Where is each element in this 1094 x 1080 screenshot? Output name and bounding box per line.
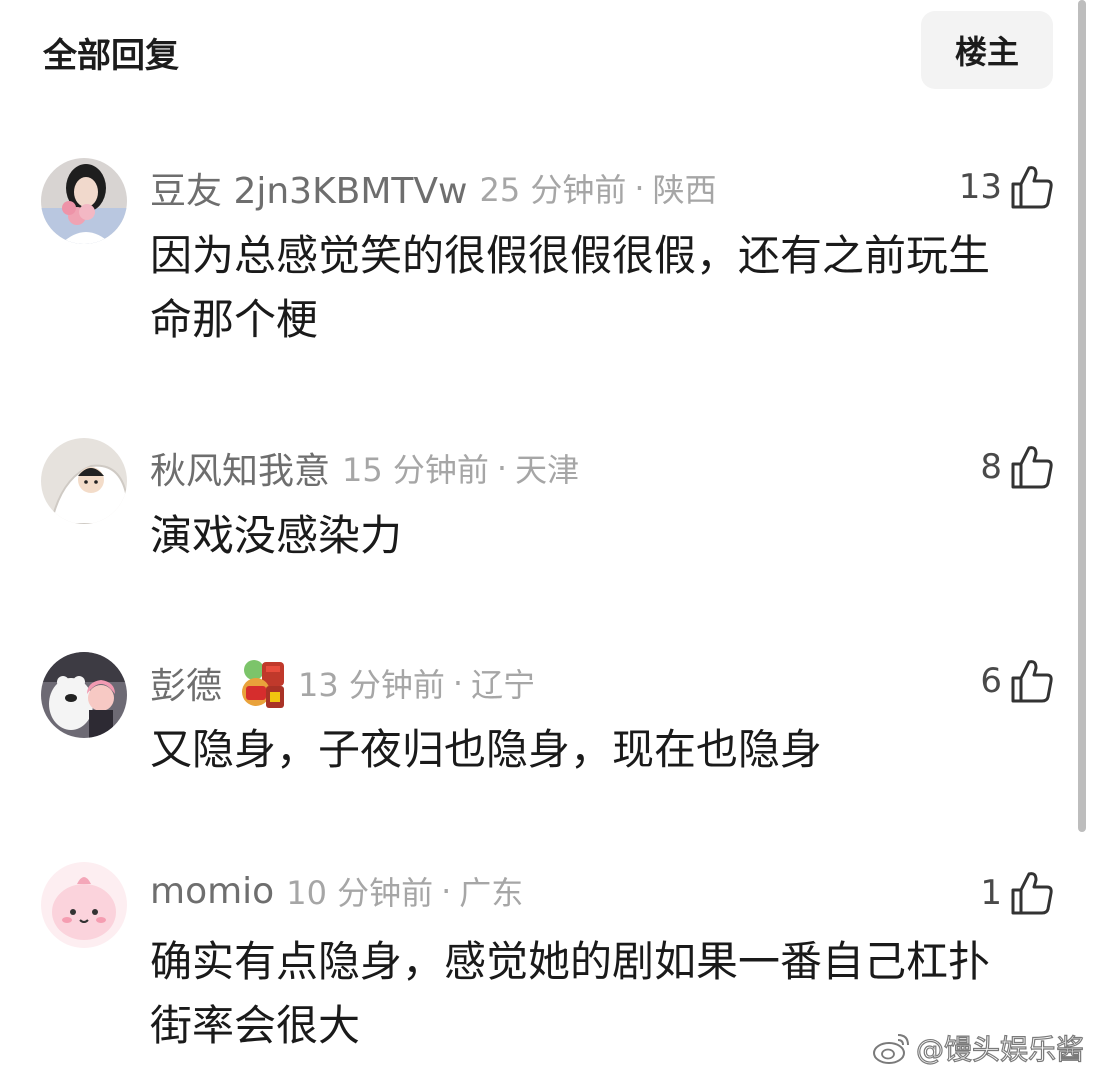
avatar[interactable] (41, 652, 127, 738)
thumbs-up-icon (1011, 166, 1053, 209)
header-title: 全部回复 (43, 36, 179, 76)
ip-location: 广东 (459, 874, 524, 912)
comment-text: 因为总感觉笑的很假很假很假，还有之前玩生命那个梗 (150, 231, 991, 344)
like-count: 6 (980, 661, 1002, 701)
fan-badge-icon (242, 660, 285, 708)
post-time: 13 分钟前 (298, 666, 445, 704)
like-button[interactable]: 8 (980, 444, 1054, 490)
separator-dot: · (496, 449, 508, 487)
like-button[interactable]: 1 (980, 870, 1054, 916)
like-count: 13 (958, 167, 1002, 207)
username[interactable]: 秋风知我意 (150, 442, 330, 494)
username[interactable]: 豆友 2jn3KBMTVw (150, 162, 468, 214)
op-only-button[interactable]: 楼主 (921, 11, 1053, 89)
separator-dot: · (441, 872, 452, 910)
thumbs-up-icon (1011, 446, 1053, 489)
comment-item: 秋风知我意 15 分钟前 · 天津 8 演戏没感染力 (0, 436, 1094, 576)
ip-location: 陕西 (652, 171, 717, 209)
post-time: 25 分钟前 (479, 171, 627, 209)
like-button[interactable]: 6 (980, 658, 1054, 704)
separator-dot: · (452, 664, 464, 702)
like-count: 1 (980, 873, 1002, 913)
post-time: 10 分钟前 (286, 874, 434, 912)
comment-item: 豆友 2jn3KBMTVw 25 分钟前 · 陕西 13 因为总感觉笑的很假很假… (0, 156, 1094, 356)
thumbs-up-icon (1011, 872, 1053, 915)
comment-text: 演戏没感染力 (150, 511, 403, 560)
comment-text: 又隐身，子夜归也隐身，现在也隐身 (150, 725, 823, 774)
watermark: @馒头娱乐酱 (872, 1028, 1085, 1068)
username[interactable]: momio (150, 871, 274, 912)
reply-header: 全部回复 楼主 (0, 0, 1094, 100)
ip-location: 天津 (515, 451, 580, 489)
avatar[interactable] (41, 438, 127, 524)
ip-location: 辽宁 (471, 666, 536, 704)
like-count: 8 (980, 447, 1002, 487)
comment-item: 彭德 13 分钟前 · 辽宁 6 又隐身，子夜归也隐身，现在也隐身 (0, 650, 1094, 790)
weibo-logo-icon (872, 1034, 909, 1064)
avatar[interactable] (41, 862, 127, 948)
avatar[interactable] (41, 158, 127, 244)
post-time: 15 分钟前 (342, 451, 489, 489)
separator-dot: · (634, 169, 645, 207)
username[interactable]: 彭德 (150, 657, 222, 709)
thumbs-up-icon (1011, 660, 1053, 703)
watermark-text: @馒头娱乐酱 (915, 1032, 1084, 1066)
like-button[interactable]: 13 (959, 164, 1054, 210)
